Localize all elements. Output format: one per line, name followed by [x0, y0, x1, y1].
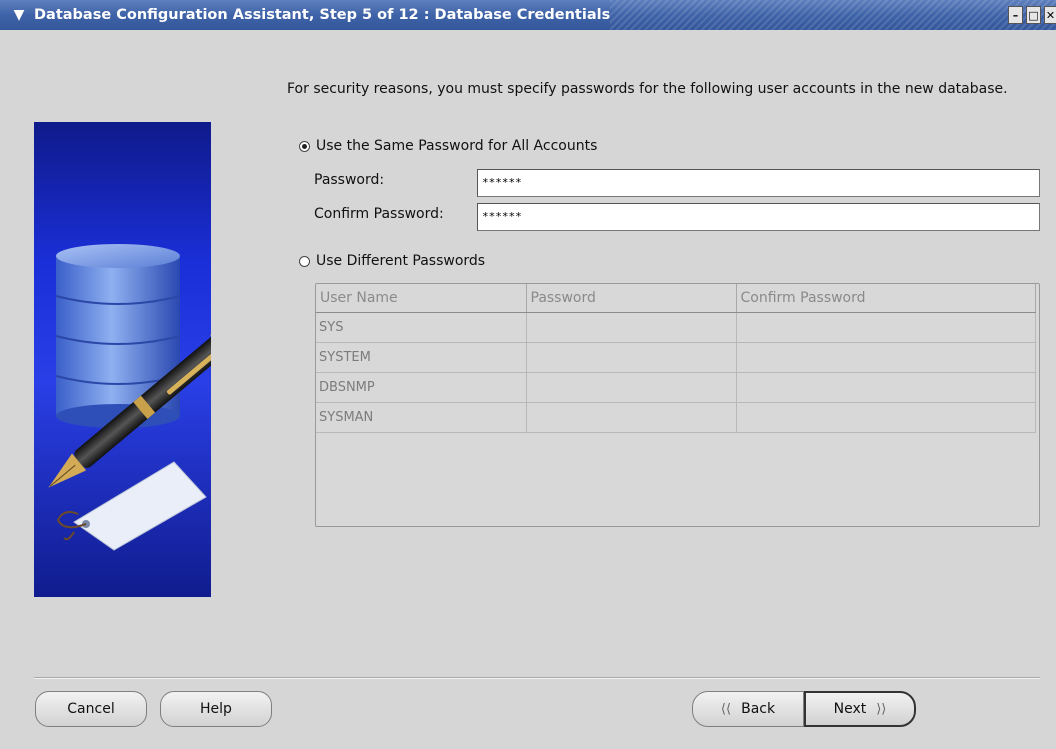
password-input[interactable]: ******: [477, 169, 1040, 197]
column-header-password[interactable]: Password: [526, 284, 737, 313]
next-button-label: Next: [833, 701, 867, 717]
confirm-password-label: Confirm Password:: [314, 206, 444, 222]
window-controls: – □ ✕: [1008, 0, 1056, 30]
double-chevron-left-icon: ⟨⟨: [720, 701, 732, 717]
back-button[interactable]: ⟨⟨ Back: [692, 691, 804, 727]
back-button-label: Back: [741, 701, 776, 717]
confirm-password-cell: [736, 312, 1036, 343]
column-header-user-name[interactable]: User Name: [316, 284, 527, 313]
double-chevron-right-icon: ⟩⟩: [876, 701, 887, 717]
intro-text: For security reasons, you must specify p…: [287, 81, 1008, 97]
minimize-icon[interactable]: –: [1008, 6, 1023, 24]
table-row: SYSMAN: [316, 402, 1036, 433]
window-menu-chevron-down-icon[interactable]: ▼: [10, 6, 28, 24]
different-passwords-radio-row[interactable]: Use Different Passwords: [299, 253, 485, 269]
user-name-cell: SYSTEM: [316, 342, 527, 373]
table-row: SYS: [316, 312, 1036, 343]
password-cell: [526, 372, 737, 403]
different-passwords-radio[interactable]: [299, 255, 310, 267]
window-title: Database Configuration Assistant, Step 5…: [34, 7, 611, 23]
database-pen-illustration: [34, 122, 211, 597]
different-passwords-label: Use Different Passwords: [316, 253, 486, 269]
confirm-password-cell: [736, 342, 1036, 373]
title-bar: ▼ Database Configuration Assistant, Step…: [0, 0, 1056, 30]
same-password-label: Use the Same Password for All Accounts: [316, 138, 598, 154]
help-button[interactable]: Help: [160, 691, 272, 727]
confirm-password-cell: [736, 402, 1036, 433]
next-button[interactable]: Next ⟩⟩: [804, 691, 916, 727]
password-label: Password:: [314, 172, 385, 188]
password-cell: [526, 402, 737, 433]
cancel-button-label: Cancel: [67, 701, 115, 717]
user-name-cell: SYS: [316, 312, 527, 343]
footer-separator: [34, 677, 1040, 679]
user-name-cell: SYSMAN: [316, 402, 527, 433]
user-name-cell: DBSNMP: [316, 372, 527, 403]
help-button-label: Help: [200, 701, 232, 717]
password-cell: [526, 342, 737, 373]
same-password-radio-row[interactable]: Use the Same Password for All Accounts: [299, 138, 597, 154]
table-row: DBSNMP: [316, 372, 1036, 403]
column-header-confirm-password[interactable]: Confirm Password: [736, 284, 1036, 313]
table-header-row: User Name Password Confirm Password: [316, 284, 1036, 313]
cancel-button[interactable]: Cancel: [35, 691, 147, 727]
close-icon[interactable]: ✕: [1044, 6, 1056, 24]
password-cell: [526, 312, 737, 343]
navigation-buttons: ⟨⟨ Back Next ⟩⟩: [692, 691, 916, 727]
database-illustration-icon: [48, 244, 211, 551]
same-password-radio[interactable]: [299, 140, 310, 152]
table-row: SYSTEM: [316, 342, 1036, 373]
window-frame-left: [0, 30, 10, 749]
maximize-icon[interactable]: □: [1026, 6, 1041, 24]
confirm-password-input[interactable]: ******: [477, 203, 1040, 231]
title-bar-hatch: [610, 0, 1056, 30]
passwords-table: User Name Password Confirm Password SYS …: [315, 283, 1040, 527]
confirm-password-cell: [736, 372, 1036, 403]
